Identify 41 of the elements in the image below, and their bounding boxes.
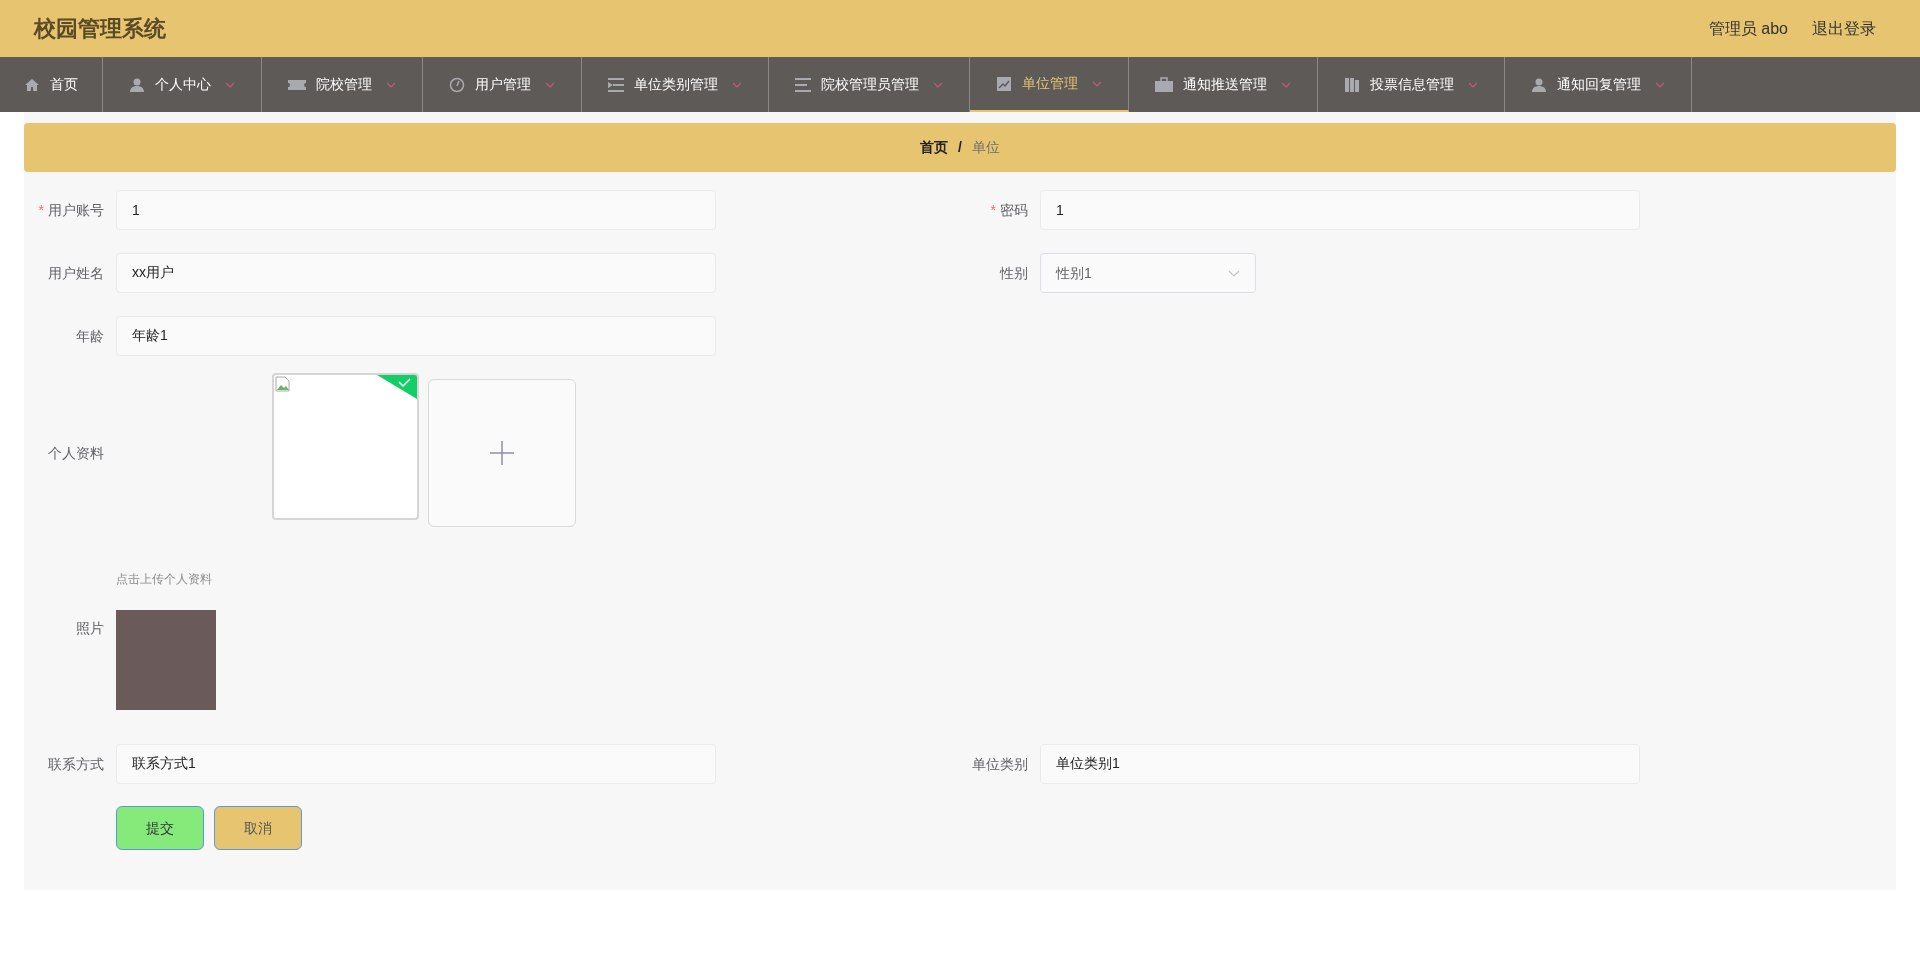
chevron-down-icon [1228, 269, 1240, 277]
person-icon [129, 76, 145, 93]
logout-link[interactable]: 退出登录 [1812, 16, 1876, 41]
books-icon [1344, 76, 1360, 93]
field-label: 单位类别 [971, 755, 1029, 774]
chart-icon [996, 75, 1012, 92]
field-label: 联系方式 [47, 755, 105, 774]
app-title: 校园管理系统 [34, 15, 166, 43]
select-field[interactable]: 性别1 [1040, 253, 1256, 293]
broken-image-icon [275, 376, 291, 392]
required-asterisk: * [38, 201, 44, 220]
breadcrumb-current: 单位 [971, 138, 1000, 157]
text-field[interactable]: 单位类别1 [1040, 744, 1640, 784]
briefcase-icon [1155, 76, 1173, 93]
text-field[interactable]: 1 [1040, 190, 1640, 230]
list-indent-icon [608, 77, 624, 92]
upload-hint: 点击上传个人资料 [116, 571, 213, 588]
upload-button[interactable] [428, 379, 576, 527]
user-name: 管理员 abo [1708, 18, 1788, 39]
field-label: 用户账号 [48, 201, 104, 220]
field-label: 照片 [75, 619, 105, 638]
breadcrumb-separator: / [958, 138, 962, 157]
text-field[interactable]: 年龄1 [116, 316, 716, 356]
field-label: 密码 [1000, 201, 1028, 220]
text-field[interactable]: 联系方式1 [116, 744, 716, 784]
field-label: 用户姓名 [47, 264, 105, 283]
ticket-icon [288, 77, 306, 92]
field-label: 个人资料 [47, 444, 105, 463]
field-label: 性别 [998, 264, 1029, 283]
cancel-button[interactable]: 取消 [214, 806, 302, 850]
breadcrumb-link[interactable]: 首页 [920, 137, 949, 158]
required-asterisk: * [990, 201, 996, 220]
text-field[interactable]: xx用户 [116, 253, 716, 293]
gauge-icon [449, 76, 465, 93]
text-field[interactable]: 1 [116, 190, 716, 230]
list-icon [795, 77, 811, 92]
home-icon [24, 76, 40, 93]
person-icon [1531, 76, 1547, 93]
field-label: 年龄 [75, 327, 105, 346]
plus-icon [489, 440, 515, 466]
submit-button[interactable]: 提交 [116, 806, 204, 850]
